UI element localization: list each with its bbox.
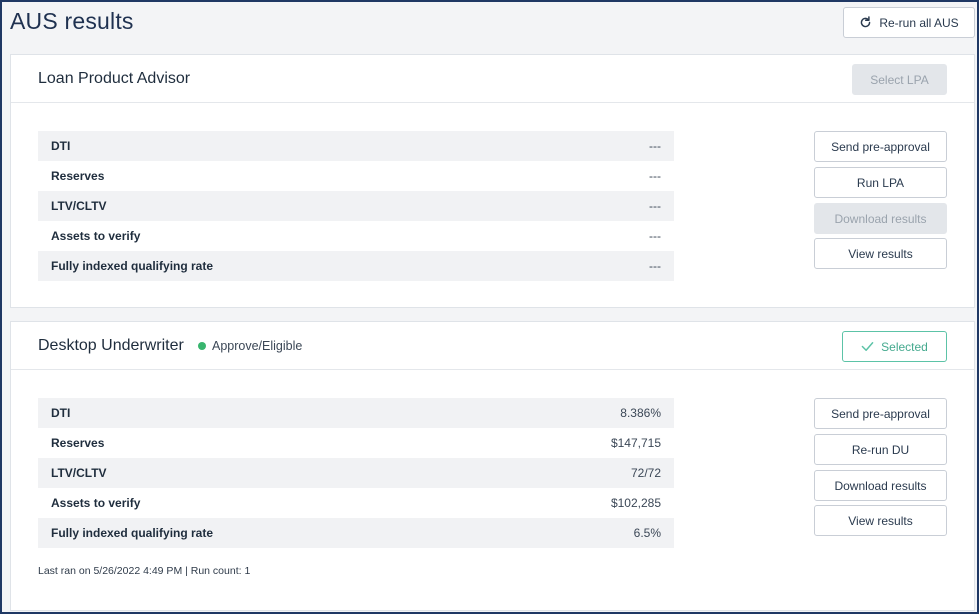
metric-label: DTI bbox=[51, 139, 71, 153]
page-title: AUS results bbox=[10, 8, 134, 34]
rerun-du-button[interactable]: Re-run DU bbox=[814, 434, 947, 465]
run-lpa-button[interactable]: Run LPA bbox=[814, 167, 947, 198]
du-view-results-button[interactable]: View results bbox=[814, 505, 947, 536]
table-row: Assets to verify $102,285 bbox=[38, 488, 674, 518]
table-row: Reserves $147,715 bbox=[38, 428, 674, 458]
table-row: Fully indexed qualifying rate 6.5% bbox=[38, 518, 674, 548]
metric-value: $147,715 bbox=[610, 436, 661, 450]
checkmark-icon bbox=[861, 341, 874, 352]
metric-label: Assets to verify bbox=[51, 229, 141, 243]
table-row: DTI --- bbox=[38, 131, 674, 161]
lpa-card: Loan Product Advisor Select LPA DTI --- … bbox=[10, 54, 975, 308]
du-send-preapproval-button[interactable]: Send pre-approval bbox=[814, 398, 947, 429]
lpa-card-header: Loan Product Advisor Select LPA bbox=[11, 55, 974, 103]
metric-label: LTV/CLTV bbox=[51, 466, 107, 480]
du-metrics-table: DTI 8.386% Reserves $147,715 LTV/CLTV 72… bbox=[38, 398, 674, 548]
metric-value: --- bbox=[649, 259, 661, 273]
metric-label: Fully indexed qualifying rate bbox=[51, 526, 214, 540]
du-title: Desktop Underwriter bbox=[38, 337, 184, 354]
rerun-all-aus-label: Re-run all AUS bbox=[879, 15, 959, 30]
metric-label: Fully indexed qualifying rate bbox=[51, 259, 214, 273]
select-lpa-button[interactable]: Select LPA bbox=[852, 64, 947, 95]
metric-value: $102,285 bbox=[610, 496, 661, 510]
lpa-view-results-button[interactable]: View results bbox=[814, 238, 947, 269]
du-card: Desktop Underwriter Approve/Eligible Sel… bbox=[10, 321, 975, 611]
du-status: Approve/Eligible bbox=[198, 339, 302, 353]
table-row: DTI 8.386% bbox=[38, 398, 674, 428]
table-row: LTV/CLTV --- bbox=[38, 191, 674, 221]
metric-value: 6.5% bbox=[633, 526, 661, 540]
aus-results-page: AUS results Re-run all AUS Loan Product … bbox=[0, 0, 979, 614]
table-row: LTV/CLTV 72/72 bbox=[38, 458, 674, 488]
last-ran-note: Last ran on 5/26/2022 4:49 PM | Run coun… bbox=[38, 565, 251, 577]
metric-label: LTV/CLTV bbox=[51, 199, 107, 213]
metric-value: 72/72 bbox=[630, 466, 661, 480]
table-row: Reserves --- bbox=[38, 161, 674, 191]
metric-value: 8.386% bbox=[620, 406, 661, 420]
table-row: Fully indexed qualifying rate --- bbox=[38, 251, 674, 281]
lpa-send-preapproval-button[interactable]: Send pre-approval bbox=[814, 131, 947, 162]
metric-value: --- bbox=[649, 139, 661, 153]
lpa-download-results-button[interactable]: Download results bbox=[814, 203, 947, 234]
metric-value: --- bbox=[649, 199, 661, 213]
metric-label: Assets to verify bbox=[51, 496, 141, 510]
status-dot-icon bbox=[198, 342, 206, 350]
metric-label: Reserves bbox=[51, 169, 105, 183]
du-card-header: Desktop Underwriter Approve/Eligible Sel… bbox=[11, 322, 974, 370]
lpa-metrics-table: DTI --- Reserves --- LTV/CLTV --- Assets… bbox=[38, 131, 674, 281]
metric-label: Reserves bbox=[51, 436, 105, 450]
du-selected-button[interactable]: Selected bbox=[842, 331, 947, 362]
metric-label: DTI bbox=[51, 406, 71, 420]
du-download-results-button[interactable]: Download results bbox=[814, 470, 947, 501]
rerun-all-aus-button[interactable]: Re-run all AUS bbox=[843, 7, 975, 38]
du-status-label: Approve/Eligible bbox=[212, 339, 303, 353]
metric-value: --- bbox=[649, 229, 661, 243]
du-selected-label: Selected bbox=[881, 339, 928, 354]
metric-value: --- bbox=[649, 169, 661, 183]
refresh-icon bbox=[859, 16, 872, 29]
lpa-title: Loan Product Advisor bbox=[38, 70, 191, 87]
table-row: Assets to verify --- bbox=[38, 221, 674, 251]
